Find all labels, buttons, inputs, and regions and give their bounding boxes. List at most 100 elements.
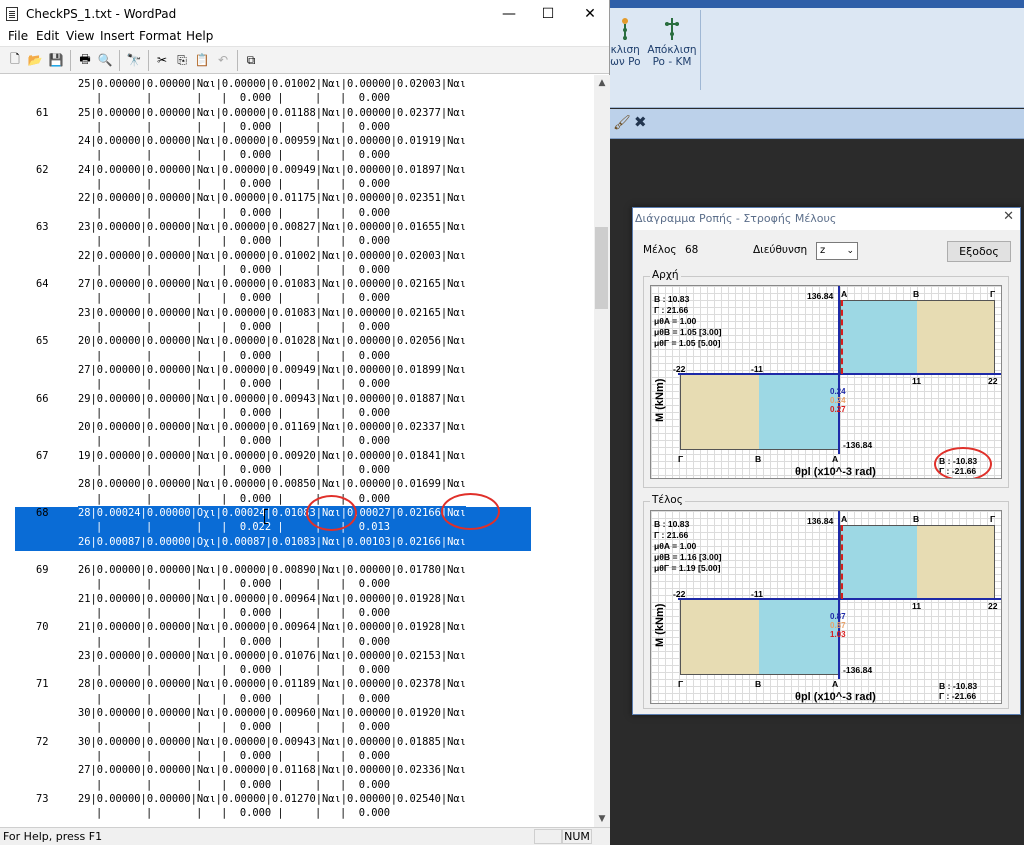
text-line: | | | | 0.000 | | | 0.000: [0, 291, 594, 305]
window-title: CheckPS_1.txt - WordPad: [26, 7, 177, 21]
cut-icon[interactable]: ✂: [153, 51, 171, 69]
undo-icon[interactable]: ↶: [214, 51, 232, 69]
insert-object-icon[interactable]: ⧉: [242, 51, 260, 69]
point-letter: Γ: [678, 679, 684, 689]
text-line: 68 28|0.00024|0.00000|Οχι|0.00024|0.01083…: [0, 505, 594, 521]
line-text: 21|0.00000|0.00000|Ναι|0.00000|0.00964|Ν…: [78, 592, 466, 605]
toolbar-separator: [237, 50, 238, 71]
menu-view[interactable]: View: [66, 29, 94, 43]
open-folder-icon[interactable]: 📂: [26, 51, 44, 69]
save-icon[interactable]: 💾: [47, 51, 65, 69]
wordpad-window: CheckPS_1.txt - WordPad — ☐ ✕ File Edit …: [0, 0, 610, 845]
start-group-title: Αρχή: [650, 269, 681, 281]
text-line: 20|0.00000|0.00000|Ναι|0.00000|0.01169|Ν…: [0, 420, 594, 434]
deviation-km-icon: [665, 18, 679, 40]
y-axis-title: M (kNm): [654, 378, 666, 422]
text-line: 69 26|0.00000|0.00000|Ναι|0.00000|0.00890…: [0, 563, 594, 577]
line-text: 30|0.00000|0.00000|Ναι|0.00000|0.00943|Ν…: [78, 735, 466, 748]
document-area[interactable]: 25|0.00000|0.00000|Ναι|0.00000|0.01002|Ν…: [0, 75, 594, 827]
text-line: | | | | 0.000 | | | 0.000: [0, 749, 594, 763]
text-line: 21|0.00000|0.00000|Ναι|0.00000|0.00964|Ν…: [0, 592, 594, 606]
deviation-po-km-button[interactable]: Απόκλιση Po - KM: [646, 14, 698, 84]
plot-info-line: μθB = 1.05 [3.00]: [654, 327, 722, 337]
rotation-value: 0.24: [830, 396, 846, 405]
text-line: 23|0.00000|0.00000|Ναι|0.00000|0.01083|Ν…: [0, 306, 594, 320]
end-plot: B : 10.83 Γ : 21.66 μθA = 1.00 μθB = 1.16 […: [650, 510, 1002, 704]
line-text: 29|0.00000|0.00000|Ναι|0.00000|0.01270|Ν…: [78, 792, 466, 805]
plot-border-bottom: [680, 374, 839, 450]
direction-select[interactable]: z ⌄: [816, 242, 858, 260]
close-button[interactable]: ✕: [570, 0, 610, 28]
line-subtext: | | | | 0.000 | | | 0.000: [96, 349, 391, 362]
new-document-icon[interactable]: 🗋: [6, 51, 24, 69]
maximize-button[interactable]: ☐: [528, 0, 568, 28]
member-label: Μέλος: [643, 244, 677, 256]
plot-info-line: Γ : 21.66: [654, 530, 689, 540]
line-text: 25|0.00000|0.00000|Ναι|0.00000|0.01188|Ν…: [78, 106, 466, 119]
scroll-down-icon[interactable]: ▼: [594, 811, 610, 827]
text-line: | | | | 0.080 | | | 0.048: [0, 549, 594, 563]
text-line: 23|0.00000|0.00000|Ναι|0.00000|0.01076|Ν…: [0, 649, 594, 663]
exit-button[interactable]: Εξοδος: [947, 241, 1011, 262]
line-text: 27|0.00000|0.00000|Ναι|0.00000|0.01083|Ν…: [78, 278, 466, 291]
result-line: Γ : -21.66: [939, 691, 977, 701]
line-subtext: | | | | 0.000 | | | 0.000: [96, 378, 391, 391]
menu-edit[interactable]: Edit: [36, 29, 59, 43]
vertical-scrollbar[interactable]: ▲ ▼: [594, 75, 610, 827]
line-subtext: | | | | 0.000 | | | 0.000: [96, 807, 391, 820]
print-icon[interactable]: 🖶: [76, 51, 94, 69]
ribbon: όκλιση ρων Po Απόκλιση Po - KM: [603, 8, 1024, 108]
dashed-marker: [841, 300, 843, 374]
deviation-icon: [622, 18, 628, 40]
line-subtext: | | | | 0.080 | | | 0.048: [96, 549, 391, 562]
rotation-value: 0.87: [830, 621, 846, 630]
ribbon-separator: [700, 10, 701, 90]
paste-icon[interactable]: 📋: [193, 51, 211, 69]
dialog-close-button[interactable]: ✕: [1003, 209, 1014, 224]
line-text: 28|0.00000|0.00000|Ναι|0.00000|0.00850|Ν…: [78, 478, 466, 491]
text-line: | | | | 0.000 | | | 0.000: [0, 635, 594, 649]
brush-icon[interactable]: 🖌: [613, 115, 631, 131]
line-text: 26|0.00087|0.00000|Οχι|0.00087|0.01083|Ν…: [78, 534, 466, 549]
line-number: 67: [36, 449, 49, 462]
y-axis-title: M (kNm): [654, 603, 666, 647]
chevron-down-icon: ⌄: [846, 246, 854, 256]
y-min-label: -136.84: [843, 665, 873, 675]
text-line: 65 20|0.00000|0.00000|Ναι|0.00000|0.01028…: [0, 334, 594, 348]
minimize-button[interactable]: —: [489, 0, 529, 28]
text-line: | | | | 0.000 | | | 0.000: [0, 206, 594, 220]
rotation-value: 0.87: [830, 612, 846, 621]
text-line: | | | | 0.000 | | | 0.000: [0, 177, 594, 191]
line-number: 73: [36, 792, 49, 805]
menu-insert[interactable]: Insert: [100, 29, 134, 43]
y-max-label: 136.84: [807, 516, 834, 526]
text-line: 26|0.00087|0.00000|Οχι|0.00087|0.01083|Ν…: [0, 534, 594, 549]
annotation-circle: [306, 495, 357, 531]
status-bar: For Help, press F1 NUM: [0, 827, 610, 845]
end-group-title: Τέλος: [650, 494, 685, 506]
annotation-circle: [441, 493, 500, 530]
start-plot: B : 10.83 Γ : 21.66 μθA = 1.00 μθB = 1.05 […: [650, 285, 1002, 479]
line-subtext: | | | | 0.000 | | | 0.000: [96, 92, 391, 105]
point-letter: Γ: [990, 514, 996, 524]
text-line: | | | | 0.000 | | | 0.000: [0, 91, 594, 105]
line-text: 21|0.00000|0.00000|Ναι|0.00000|0.00964|Ν…: [78, 621, 466, 634]
copy-icon[interactable]: ⎘: [173, 51, 191, 69]
menu-file[interactable]: File: [8, 29, 28, 43]
line-text: 28|0.00000|0.00000|Ναι|0.00000|0.01189|Ν…: [78, 678, 466, 691]
scroll-thumb[interactable]: [595, 227, 608, 309]
print-preview-icon[interactable]: 🔍: [96, 51, 114, 69]
menu-format[interactable]: Format: [139, 29, 181, 43]
text-line: 22|0.00000|0.00000|Ναι|0.00000|0.01175|Ν…: [0, 191, 594, 205]
deviation-po-km-label-2: Po - KM: [652, 56, 692, 68]
plot-info-line: μθΓ = 1.19 [5.00]: [654, 563, 721, 573]
menu-help[interactable]: Help: [186, 29, 213, 43]
line-text: 24|0.00000|0.00000|Ναι|0.00000|0.00949|Ν…: [78, 163, 466, 176]
text-line: | | | | 0.022 | | | 0.013: [0, 520, 594, 534]
close-x-icon[interactable]: ✖: [634, 113, 647, 131]
plot-info-line: B : 10.83: [654, 519, 690, 529]
text-line: | | | | 0.000 | | | 0.000: [0, 234, 594, 248]
scroll-up-icon[interactable]: ▲: [594, 75, 610, 91]
find-icon[interactable]: 🔭: [125, 51, 143, 69]
toolbar-separator: [148, 50, 149, 71]
